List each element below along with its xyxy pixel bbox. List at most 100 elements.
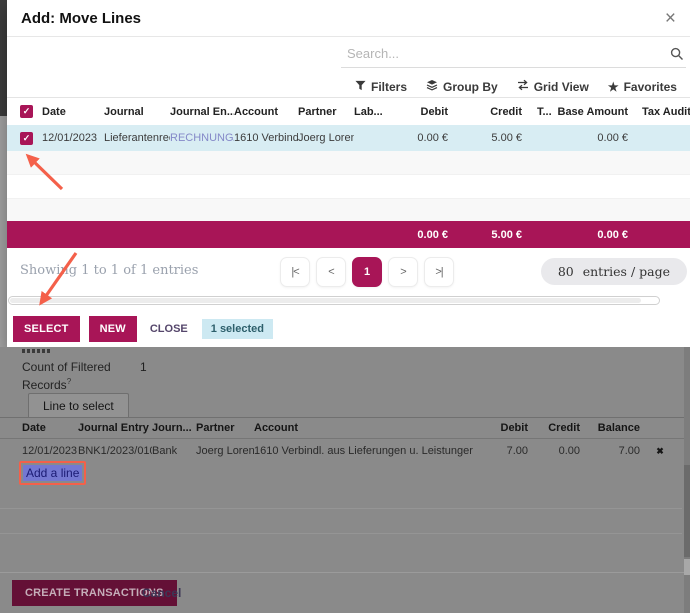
col-header-journal[interactable]: Journ...	[152, 422, 196, 434]
first-page-button[interactable]: |<	[280, 257, 310, 287]
cell-account: 1610 Verbindl. aus Lieferungen u. Leistu…	[234, 132, 298, 144]
cell-date: 12/01/2023	[42, 132, 104, 144]
background-page-strip	[0, 116, 7, 347]
cancel-button[interactable]: Cancel	[142, 586, 181, 600]
cell-date: 12/01/2023	[22, 445, 78, 457]
col-header-date[interactable]: Date	[42, 106, 104, 118]
filter-toolbar: Filters Group By Grid View	[341, 68, 686, 94]
col-header-balance[interactable]: Balance	[586, 422, 646, 434]
filters-label: Filters	[371, 80, 407, 94]
cell-credit: 5.00 €	[454, 132, 528, 144]
col-header-tax-audit[interactable]: Tax Audit ...	[634, 106, 690, 118]
add-move-lines-modal: Add: Move Lines × Filters	[7, 0, 690, 347]
horizontal-scrollbar[interactable]	[8, 296, 660, 305]
pagination: |< < 1 > >|	[280, 257, 454, 287]
grid-view-label: Grid View	[534, 80, 589, 94]
move-lines-table-header: ✓ Date Journal Journal En... Account Par…	[7, 98, 690, 125]
cell-debit: 7.00	[486, 445, 534, 457]
select-button[interactable]: SELECT	[13, 316, 80, 342]
add-a-line-link[interactable]: Add a line	[23, 465, 82, 481]
close-button[interactable]: CLOSE	[150, 323, 188, 335]
totals-row: 0.00 € 5.00 € 0.00 €	[7, 221, 690, 248]
annotation-box: Add a line	[19, 461, 86, 485]
col-header-journal-entry[interactable]: Journal Entry	[78, 422, 152, 434]
col-header-journal[interactable]: Journal	[104, 106, 170, 118]
cell-journal: Lieferantenrechnungen	[104, 132, 170, 144]
col-header-account[interactable]: Account	[254, 422, 486, 434]
page-size-label: entries / page	[583, 264, 670, 279]
col-header-journal-entry[interactable]: Journal En...	[170, 106, 234, 118]
col-header-credit[interactable]: Credit	[454, 106, 528, 118]
col-header-debit[interactable]: Debit	[398, 106, 454, 118]
group-by-button[interactable]: Group By	[426, 79, 498, 94]
vertical-scrollbar[interactable]	[684, 347, 690, 613]
cell-base-amount: 0.00 €	[552, 132, 634, 144]
count-of-filtered-records-value: 1	[140, 360, 147, 374]
total-credit: 5.00 €	[454, 229, 528, 241]
row-checkbox[interactable]: ✓	[20, 132, 33, 145]
search-icon[interactable]	[670, 47, 684, 61]
grid-view-icon	[517, 79, 529, 94]
cell-journal-entry: BNK1/2023/0101	[78, 445, 152, 457]
col-header-debit[interactable]: Debit	[486, 422, 534, 434]
check-icon: ✓	[23, 106, 31, 117]
modal-title: Add: Move Lines	[21, 10, 665, 27]
search-bar	[341, 42, 686, 68]
empty-row	[7, 151, 690, 174]
modal-footer: SELECT NEW CLOSE 1 selected	[7, 311, 690, 347]
cell-account: 1610 Verbindl. aus Lieferungen u. Leistu…	[254, 445, 486, 457]
col-header-account[interactable]: Account	[234, 106, 298, 118]
col-header-date[interactable]: Date	[22, 422, 78, 434]
table-row[interactable]: 12/01/2023 BNK1/2023/0101 Bank Joerg Lor…	[0, 440, 690, 462]
empty-row-line	[0, 533, 682, 534]
clipped-text-fragment	[22, 349, 50, 353]
cell-debit: 0.00 €	[398, 132, 454, 144]
prev-page-button[interactable]: <	[316, 257, 346, 287]
total-base-amount: 0.00 €	[552, 229, 634, 241]
col-header-tax[interactable]: T...	[528, 106, 552, 118]
col-header-label[interactable]: Lab...	[354, 106, 398, 118]
layers-icon	[426, 79, 438, 94]
filters-button[interactable]: Filters	[355, 79, 407, 94]
modal-header: Add: Move Lines ×	[7, 0, 690, 37]
col-header-partner[interactable]: Partner	[298, 106, 354, 118]
entries-summary: Showing 1 to 1 of 1 entries	[20, 263, 198, 278]
next-page-button[interactable]: >	[388, 257, 418, 287]
footer-divider	[0, 572, 690, 573]
cell-partner: Joerg Lorenz	[298, 132, 354, 144]
cell-partner: Joerg Lorenz	[196, 445, 254, 457]
col-header-base-amount[interactable]: Base Amount	[552, 106, 634, 118]
col-header-credit[interactable]: Credit	[534, 422, 586, 434]
scrollbar-thumb[interactable]	[10, 298, 641, 303]
last-page-button[interactable]: >|	[424, 257, 454, 287]
table-row[interactable]: ✓ 12/01/2023 Lieferantenrechnungen RECHN…	[7, 125, 690, 151]
group-by-label: Group By	[443, 80, 498, 94]
empty-row	[7, 198, 690, 222]
help-icon[interactable]: ?	[67, 377, 71, 386]
search-panel: Filters Group By Grid View	[341, 42, 686, 94]
new-button[interactable]: NEW	[89, 316, 137, 342]
grid-view-button[interactable]: Grid View	[517, 79, 589, 94]
background-page-dark-strip	[0, 0, 7, 116]
empty-row	[7, 174, 690, 199]
add-line-row: Add a line	[19, 461, 86, 485]
selected-count-badge: 1 selected	[202, 319, 273, 339]
scrollbar-thumb[interactable]	[684, 465, 690, 557]
scrollbar-end	[684, 559, 690, 575]
search-input[interactable]	[345, 45, 662, 62]
cell-journal: Bank	[152, 445, 196, 457]
close-icon[interactable]: ×	[665, 9, 676, 28]
count-of-filtered-records-label: Count of Filtered Records?	[22, 359, 111, 394]
page-size-selector[interactable]: 80 entries / page	[541, 258, 687, 285]
cell-balance: 7.00	[586, 445, 646, 457]
tab-line-to-select[interactable]: Line to select	[28, 393, 129, 418]
funnel-icon	[355, 80, 366, 94]
page-size-value: 80	[558, 264, 574, 279]
page-1-button[interactable]: 1	[352, 257, 382, 287]
select-all-checkbox[interactable]: ✓	[20, 105, 33, 118]
favorites-button[interactable]: ★ Favorites	[608, 79, 677, 94]
delete-row-icon[interactable]: ✖	[656, 446, 664, 456]
col-header-partner[interactable]: Partner	[196, 422, 254, 434]
cell-journal-entry-link[interactable]: RECHNUNG/2023	[170, 132, 234, 144]
cell-credit: 0.00	[534, 445, 586, 457]
